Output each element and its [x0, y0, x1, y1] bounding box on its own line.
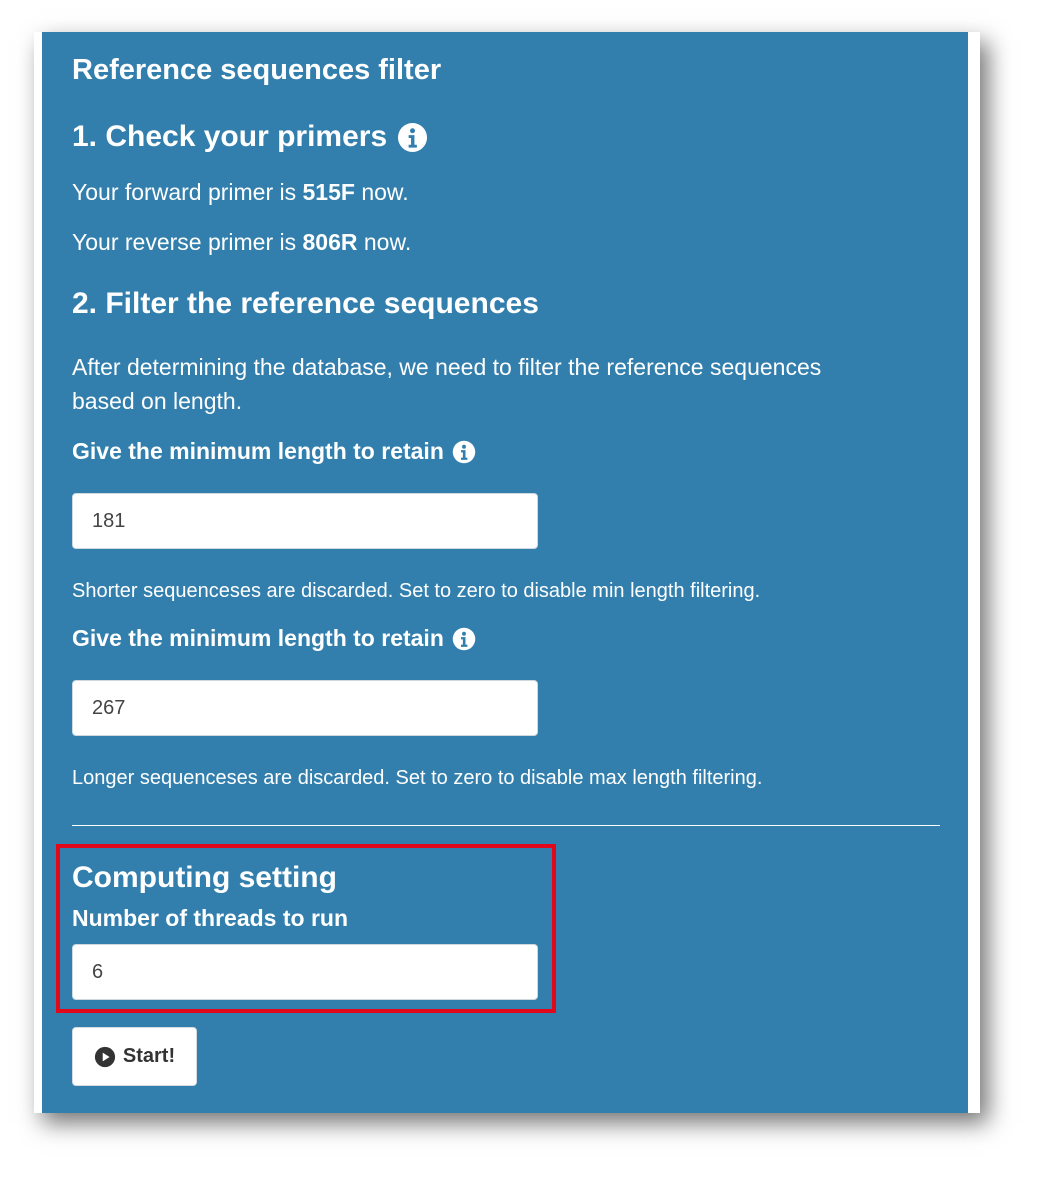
max-length-input[interactable] — [72, 680, 538, 736]
section2-description-line1: After determining the database, we need … — [72, 354, 822, 380]
min-length-help: Shorter sequenceses are discarded. Set t… — [72, 580, 761, 602]
forward-primer-value: 515F — [302, 179, 355, 205]
min-length-label: Give the minimum length to retain — [72, 438, 476, 465]
reverse-primer-value: 806R — [302, 229, 358, 255]
play-circle-icon — [94, 1046, 115, 1067]
section2-heading-text: 2. Filter the reference sequences — [72, 287, 539, 320]
section1-heading-text: 1. Check your primers — [72, 120, 388, 153]
max-length-help: Longer sequenceses are discarded. Set to… — [72, 767, 763, 789]
forward-primer-text: Your forward primer is 515F now. — [72, 179, 409, 205]
highlight-box — [56, 844, 556, 1013]
info-icon[interactable] — [452, 627, 476, 651]
panel-title: Reference sequences filter — [72, 54, 442, 86]
min-length-input[interactable] — [72, 493, 538, 549]
start-button[interactable]: Start! — [72, 1027, 197, 1086]
start-button-label: Start! — [122, 1045, 176, 1067]
reference-filter-panel: Reference sequences filter 1. Check your… — [42, 32, 968, 1113]
section1-heading: 1. Check your primers — [72, 120, 428, 154]
info-icon[interactable] — [452, 440, 476, 464]
panel-frame: Reference sequences filter 1. Check your… — [34, 32, 980, 1113]
max-length-label: Give the minimum length to retain — [72, 625, 476, 652]
reverse-primer-text: Your reverse primer is 806R now. — [72, 229, 412, 255]
info-icon[interactable] — [397, 122, 428, 153]
section2-description-line2: based on length. — [72, 388, 243, 414]
section2-heading: 2. Filter the reference sequences — [72, 287, 539, 321]
section-divider — [72, 825, 940, 826]
